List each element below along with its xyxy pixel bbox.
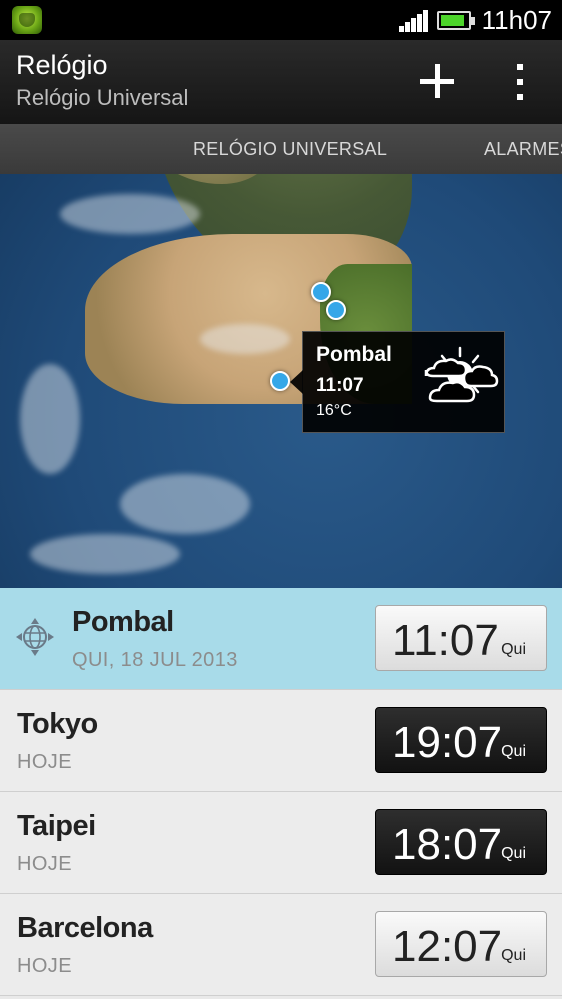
city-name: Pombal [72, 606, 174, 638]
popup-temperature: 16°C [316, 402, 352, 419]
overflow-menu-icon[interactable] [505, 60, 535, 104]
city-clock: 18:07 Qui [375, 809, 547, 875]
city-name: Tokyo [17, 708, 98, 740]
battery-level [441, 15, 465, 26]
add-icon[interactable] [412, 58, 462, 104]
city-clock: 19:07 Qui [375, 707, 547, 773]
app-subtitle: Relógio Universal [16, 85, 189, 110]
city-list: Pombal QUI, 18 JUL 2013 11:07 Qui Tokyo … [0, 588, 562, 999]
city-name: Barcelona [17, 912, 153, 944]
app-title: Relógio [16, 50, 108, 80]
map-pin[interactable] [311, 282, 331, 302]
city-date: QUI, 18 JUL 2013 [72, 649, 238, 671]
clock-day: Qui [501, 743, 526, 760]
map-pin[interactable] [326, 300, 346, 320]
city-date: HOJE [17, 751, 72, 773]
map-cloud [120, 474, 250, 534]
world-map[interactable]: Pombal 11:07 16°C [0, 174, 562, 588]
city-row-barcelona[interactable]: Barcelona HOJE 12:07 Qui [0, 894, 562, 996]
city-date: HOJE [17, 955, 72, 977]
status-time: 11h07 [481, 5, 552, 35]
popup-city: Pombal [316, 343, 392, 366]
current-location-icon [16, 618, 54, 656]
city-weather-popup[interactable]: Pombal 11:07 16°C [290, 331, 505, 433]
map-pin-pombal[interactable] [270, 371, 290, 391]
clock-time: 11:07 [392, 616, 499, 665]
city-name: Taipei [17, 810, 96, 842]
status-bar: 11h07 [0, 0, 562, 40]
tab-alarms[interactable]: ALARMES [484, 139, 562, 160]
popup-time: 11:07 [316, 375, 364, 396]
partly-cloudy-icon [424, 346, 499, 403]
city-clock: 11:07 Qui [375, 605, 547, 671]
clock-day: Qui [501, 641, 526, 658]
action-bar: Relógio Relógio Universal [0, 40, 562, 124]
clock-time: 18:07 [392, 820, 503, 869]
city-row-taipei[interactable]: Taipei HOJE 18:07 Qui [0, 792, 562, 894]
app-notification-icon [12, 6, 42, 34]
map-cloud [30, 534, 180, 574]
battery-icon [437, 11, 475, 30]
clock-time: 19:07 [392, 718, 503, 767]
clock-day: Qui [501, 845, 526, 862]
city-clock: 12:07 Qui [375, 911, 547, 977]
city-row-pombal[interactable]: Pombal QUI, 18 JUL 2013 11:07 Qui [0, 588, 562, 690]
tab-world-clock[interactable]: RELÓGIO UNIVERSAL [193, 139, 387, 160]
city-row-tokyo[interactable]: Tokyo HOJE 19:07 Qui [0, 690, 562, 792]
city-date: HOJE [17, 853, 72, 875]
map-cloud [20, 364, 80, 474]
map-cloud [200, 324, 290, 354]
signal-icon [399, 10, 429, 32]
clock-day: Qui [501, 947, 526, 964]
map-cloud [60, 194, 200, 234]
clock-time: 12:07 [392, 922, 503, 971]
tab-bar: RELÓGIO UNIVERSAL ALARMES [0, 124, 562, 174]
